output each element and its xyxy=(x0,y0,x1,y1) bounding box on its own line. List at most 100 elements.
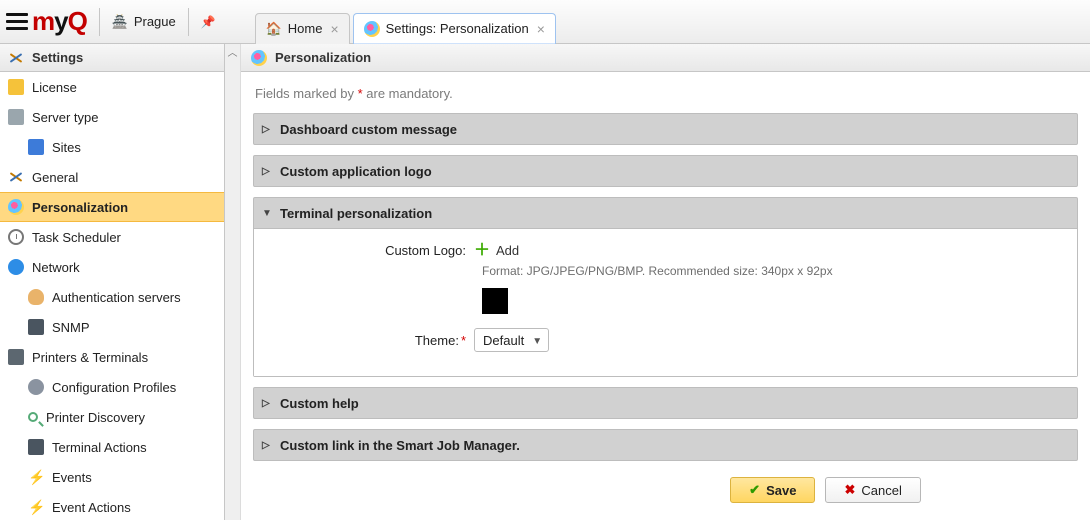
button-bar: ✔ Save ✖ Cancel xyxy=(253,471,1078,507)
sidebar-item-label: Personalization xyxy=(32,200,128,215)
top-toolbar: myQ Prague Home × Settings: Personalizat… xyxy=(0,0,1090,44)
sidebar-item-label: SNMP xyxy=(52,320,90,335)
pin-button[interactable] xyxy=(193,10,225,34)
sidebar-item-label: Event Actions xyxy=(52,500,131,515)
panel-title: Custom application logo xyxy=(280,164,432,179)
panel-title: Terminal personalization xyxy=(280,206,432,221)
sidebar-item-label: Terminal Actions xyxy=(52,440,147,455)
sidebar-item-task-scheduler[interactable]: Task Scheduler xyxy=(0,222,224,252)
tools-icon xyxy=(8,50,24,66)
sidebar-item-sites[interactable]: Sites xyxy=(0,132,224,162)
panel-toggle[interactable]: ▷ Custom application logo xyxy=(254,156,1077,186)
content-area: ︿ Personalization Fields marked by * are… xyxy=(225,44,1090,520)
printer-icon xyxy=(8,349,24,365)
screen-icon xyxy=(28,319,44,335)
sidebar-item-server-type[interactable]: Server type xyxy=(0,102,224,132)
settings-sidebar: Settings License Server type Sites General P… xyxy=(0,44,225,520)
sidebar-item-license[interactable]: License xyxy=(0,72,224,102)
panel-title: Custom link in the Smart Job Manager. xyxy=(280,438,520,453)
sidebar-item-label: General xyxy=(32,170,78,185)
tab-settings-personalization[interactable]: Settings: Personalization × xyxy=(353,13,556,45)
panel-title: Dashboard custom message xyxy=(280,122,457,137)
mandatory-note: Fields marked by * are mandatory. xyxy=(253,80,1078,113)
clock-icon xyxy=(8,229,24,245)
server-icon xyxy=(8,109,24,125)
location-label: Prague xyxy=(134,14,176,29)
sidebar-item-label: Task Scheduler xyxy=(32,230,121,245)
separator xyxy=(188,8,189,36)
sidebar-item-label: Sites xyxy=(52,140,81,155)
tab-label: Home xyxy=(288,21,323,36)
sidebar-item-network[interactable]: Network xyxy=(0,252,224,282)
panel-toggle[interactable]: ▷ Custom help xyxy=(254,388,1077,418)
location-selector[interactable]: Prague xyxy=(104,10,184,34)
cross-icon: ✖ xyxy=(844,482,855,498)
sidebar-item-label: Configuration Profiles xyxy=(52,380,176,395)
chevron-right-icon: ▷ xyxy=(262,440,272,451)
palette-icon xyxy=(364,21,380,37)
panel-toggle[interactable]: ▼ Terminal personalization xyxy=(254,198,1077,228)
panel-custom-help: ▷ Custom help xyxy=(253,387,1078,419)
bolt-icon xyxy=(28,469,44,485)
chevron-right-icon: ▷ xyxy=(262,124,272,135)
sidebar-item-configuration-profiles[interactable]: Configuration Profiles xyxy=(0,372,224,402)
custom-logo-label: Custom Logo: xyxy=(264,243,474,258)
chevron-right-icon: ▷ xyxy=(262,166,272,177)
sidebar-item-terminal-actions[interactable]: Terminal Actions xyxy=(0,432,224,462)
panel-title: Custom help xyxy=(280,396,359,411)
sidebar-item-label: Server type xyxy=(32,110,98,125)
add-logo-button[interactable]: ＋ Add xyxy=(474,243,519,258)
chevron-down-icon: ▼ xyxy=(262,208,272,219)
sidebar-title-text: Settings xyxy=(32,50,83,65)
cancel-label: Cancel xyxy=(861,483,901,498)
sidebar-item-label: Network xyxy=(32,260,80,275)
palette-icon xyxy=(251,50,267,66)
mandatory-prefix: Fields marked by xyxy=(255,86,358,101)
separator xyxy=(99,8,100,36)
pin-icon xyxy=(201,14,217,30)
panel-custom-sjm-link: ▷ Custom link in the Smart Job Manager. xyxy=(253,429,1078,461)
gear-icon xyxy=(28,379,44,395)
theme-value: Default xyxy=(483,333,524,348)
theme-select[interactable]: Default ▼ xyxy=(474,328,549,352)
save-button[interactable]: ✔ Save xyxy=(730,477,815,503)
screen-icon xyxy=(28,439,44,455)
chevron-up-icon: ︿ xyxy=(228,44,238,59)
plus-icon: ＋ xyxy=(474,244,490,258)
sidebar-item-snmp[interactable]: SNMP xyxy=(0,312,224,342)
sidebar-item-event-actions[interactable]: Event Actions xyxy=(0,492,224,520)
cancel-button[interactable]: ✖ Cancel xyxy=(825,477,920,503)
search-icon xyxy=(28,412,38,422)
logo-preview-thumbnail[interactable] xyxy=(482,288,508,314)
panel-toggle[interactable]: ▷ Dashboard custom message xyxy=(254,114,1077,144)
sidebar-item-general[interactable]: General xyxy=(0,162,224,192)
panel-toggle[interactable]: ▷ Custom link in the Smart Job Manager. xyxy=(254,430,1077,460)
close-icon[interactable]: × xyxy=(330,21,338,37)
sidebar-item-printers-terminals[interactable]: Printers & Terminals xyxy=(0,342,224,372)
panel-custom-app-logo: ▷ Custom application logo xyxy=(253,155,1078,187)
page-header: Personalization xyxy=(241,44,1090,72)
sidebar-item-printer-discovery[interactable]: Printer Discovery xyxy=(0,402,224,432)
sidebar-item-label: Printer Discovery xyxy=(46,410,145,425)
sidebar-item-personalization[interactable]: Personalization xyxy=(0,192,224,222)
folder-icon xyxy=(8,79,24,95)
home-icon xyxy=(266,21,282,37)
menu-button[interactable] xyxy=(6,11,28,33)
panel-terminal-personalization: ▼ Terminal personalization Custom Logo: … xyxy=(253,197,1078,377)
sidebar-item-authentication-servers[interactable]: Authentication servers xyxy=(0,282,224,312)
wrench-screw-icon xyxy=(8,169,24,185)
settings-tree[interactable]: License Server type Sites General Personaliz… xyxy=(0,72,224,520)
sidebar-item-label: License xyxy=(32,80,77,95)
logo-format-hint: Format: JPG/JPEG/PNG/BMP. Recommended si… xyxy=(482,264,1067,278)
close-icon[interactable]: × xyxy=(537,21,545,37)
tab-home[interactable]: Home × xyxy=(255,13,350,45)
globe-icon xyxy=(8,259,24,275)
sidebar-item-events[interactable]: Events xyxy=(0,462,224,492)
mandatory-suffix: are mandatory. xyxy=(363,86,453,101)
panel-dashboard-message: ▷ Dashboard custom message xyxy=(253,113,1078,145)
check-icon: ✔ xyxy=(749,482,760,498)
scroll-indicator[interactable]: ︿ xyxy=(225,44,241,520)
chevron-right-icon: ▷ xyxy=(262,398,272,409)
tower-icon xyxy=(112,14,128,30)
sidebar-title: Settings xyxy=(0,44,224,72)
